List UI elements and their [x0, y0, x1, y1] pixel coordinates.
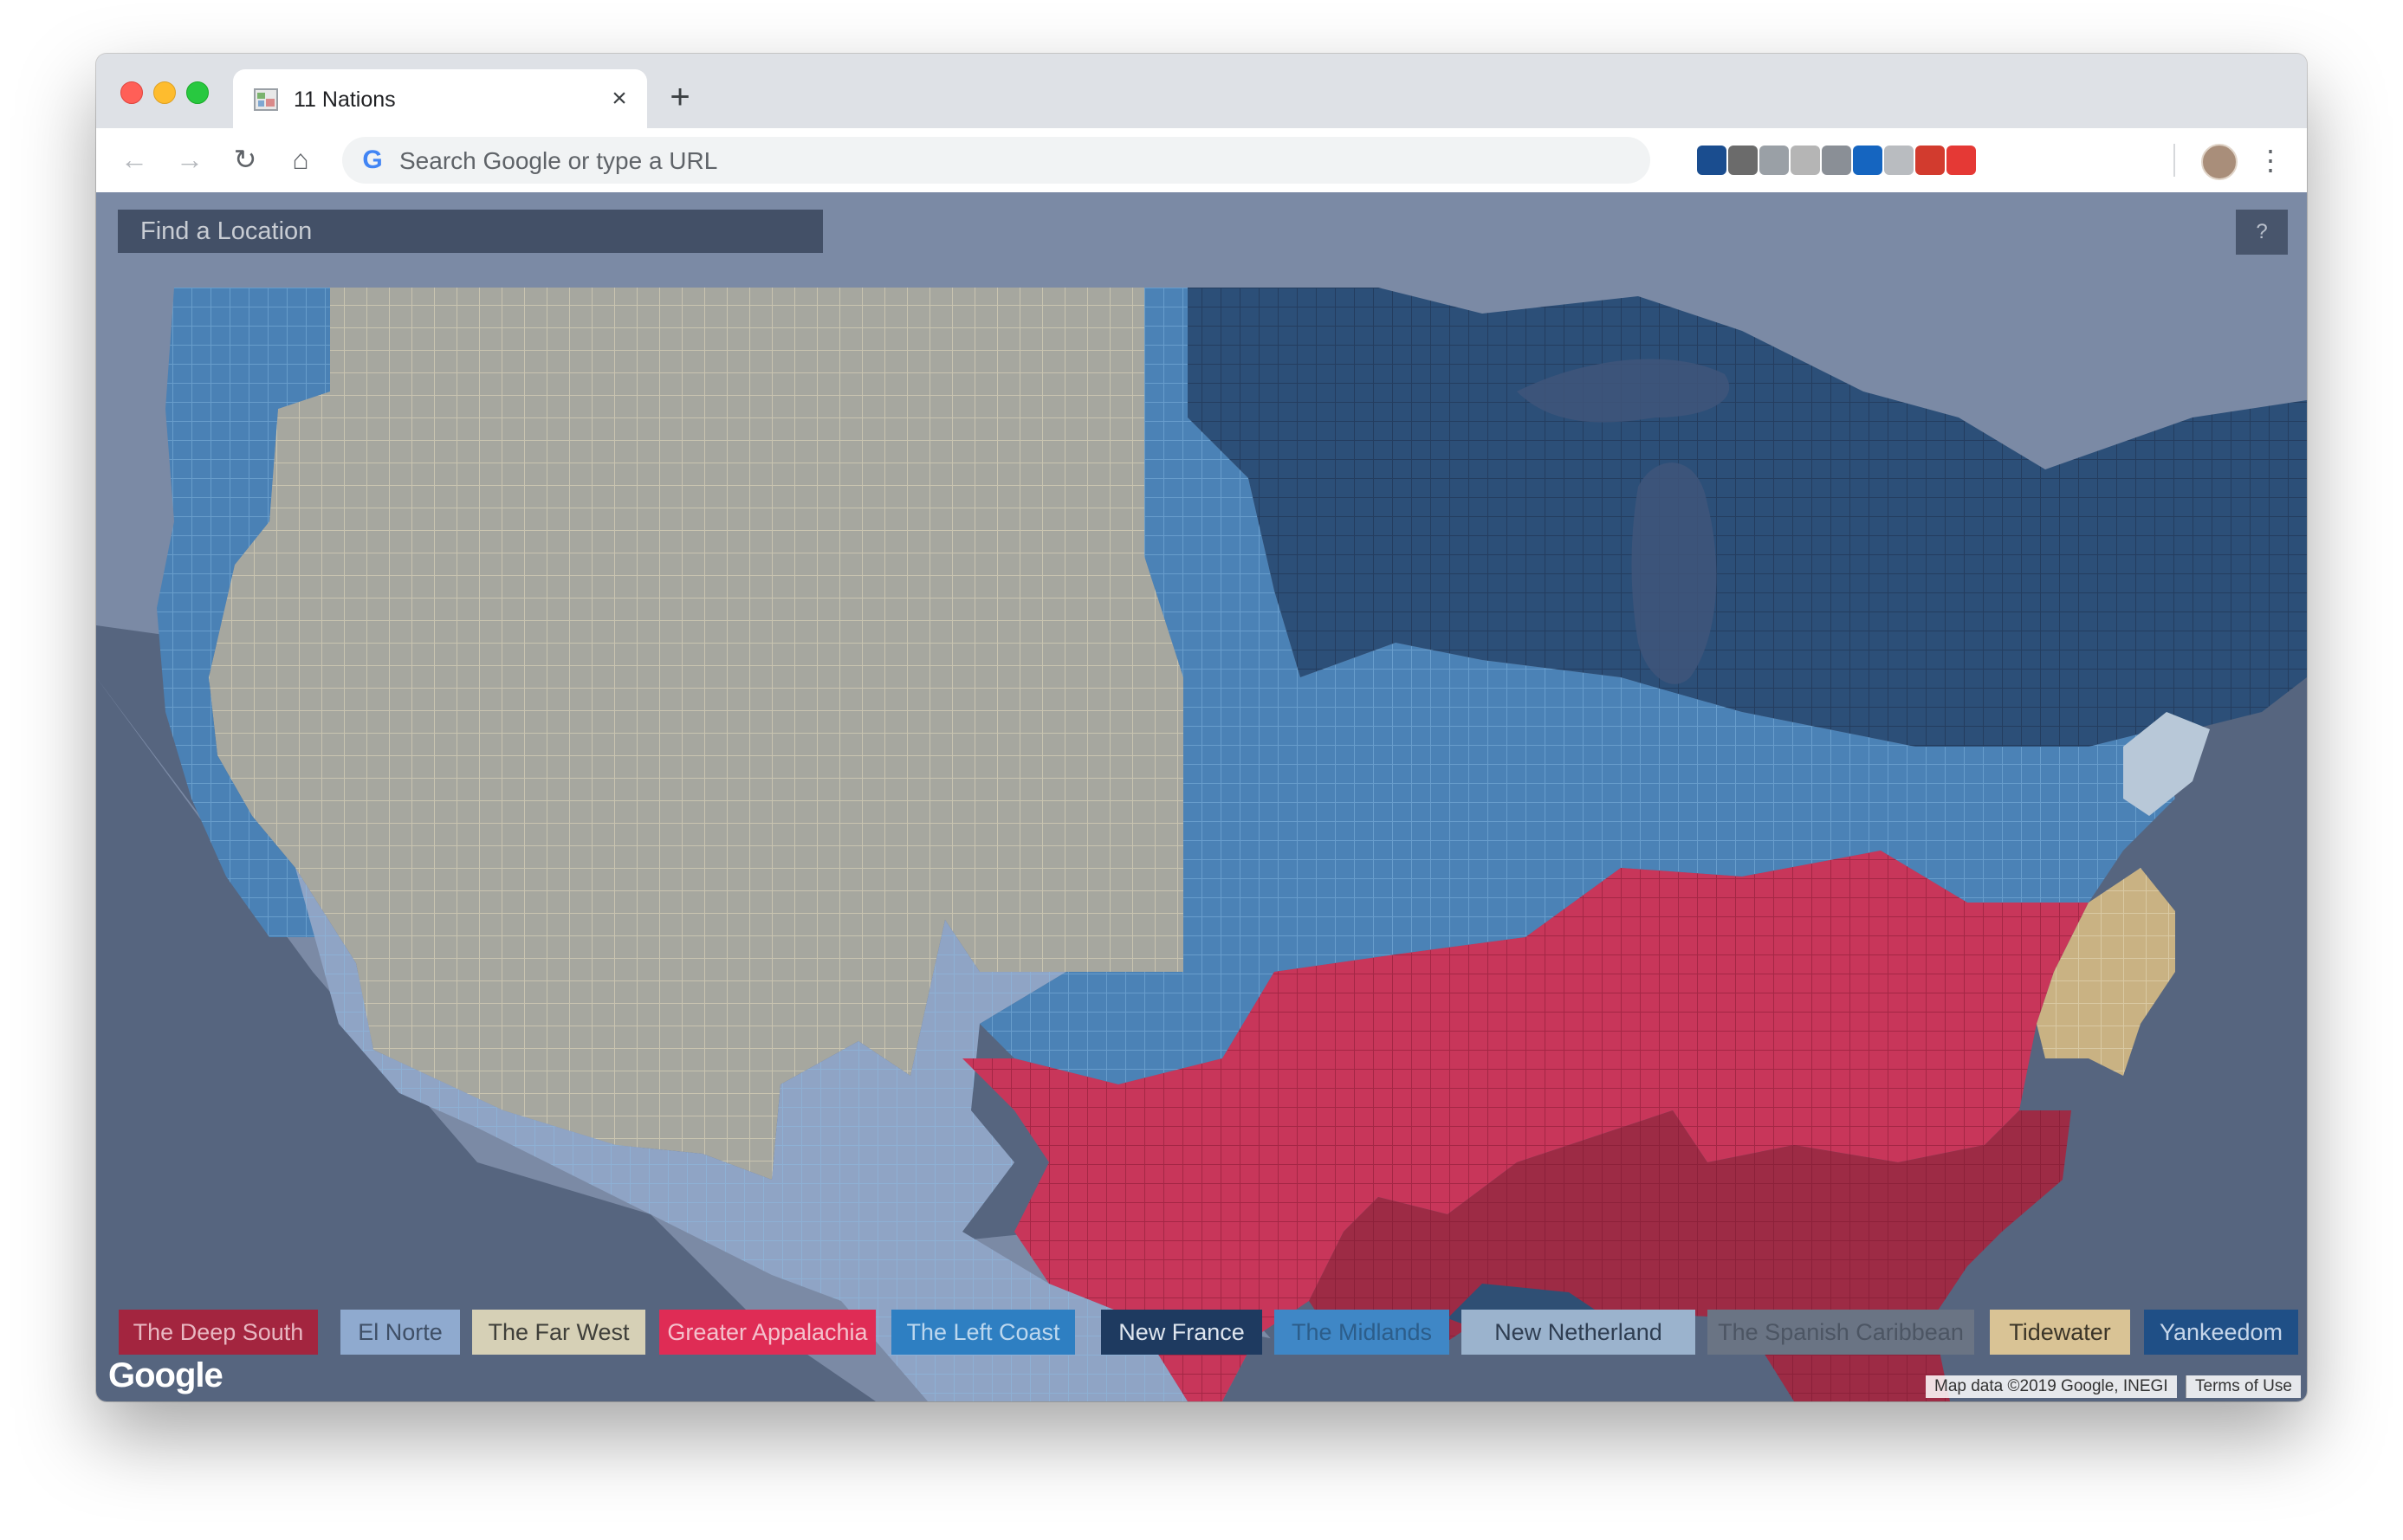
drive-icon[interactable]	[1759, 146, 1789, 175]
legend-button-the-far-west[interactable]: The Far West	[472, 1310, 645, 1355]
nations-map[interactable]	[96, 192, 2307, 1401]
circle-face-icon[interactable]	[1822, 146, 1851, 175]
bookmark-blue-icon[interactable]	[1853, 146, 1882, 175]
maximize-window-button[interactable]	[186, 81, 209, 104]
help-button[interactable]: ?	[2236, 210, 2288, 255]
google-logo: Google	[108, 1356, 223, 1394]
tab-title: 11 Nations	[294, 87, 396, 112]
new-tab-button[interactable]: +	[661, 78, 699, 116]
omnibox-placeholder: Search Google or type a URL	[399, 147, 718, 174]
pinterest-icon[interactable]	[1728, 146, 1758, 175]
back-icon[interactable]: ←	[115, 140, 153, 178]
legend-button-the-spanish-caribbean[interactable]: The Spanish Caribbean	[1707, 1310, 1974, 1355]
menu-dots-icon[interactable]: ⋮	[2257, 142, 2284, 178]
reload-icon[interactable]: ↻	[226, 140, 264, 178]
legend-button-yankeedom[interactable]: Yankeedom	[2144, 1310, 2298, 1355]
profile-avatar[interactable]	[2201, 144, 2238, 180]
close-window-button[interactable]	[120, 81, 143, 104]
browser-window: 11 Nations × + ← → ↻ ⌂ G Search Google o…	[96, 54, 2307, 1401]
map-view[interactable]: Find a Location ? The Deep South El Norte…	[96, 192, 2307, 1401]
legend-button-tidewater[interactable]: Tidewater	[1990, 1310, 2130, 1355]
legend-button-new-netherland[interactable]: New Netherland	[1461, 1310, 1695, 1355]
omnibox[interactable]: G Search Google or type a URL	[342, 137, 1650, 184]
tab-close-icon[interactable]: ×	[604, 83, 635, 114]
bar-chart-icon[interactable]	[1697, 146, 1726, 175]
map-attribution: Map data ©2019 Google, INEGI	[1926, 1375, 2177, 1398]
legend-button-new-france[interactable]: New France	[1101, 1310, 1262, 1355]
legend-button-the-midlands[interactable]: The Midlands	[1274, 1310, 1449, 1355]
toolbar-separator	[2173, 144, 2175, 177]
home-icon[interactable]: ⌂	[282, 140, 320, 178]
lake-michigan-huron	[1631, 463, 1717, 684]
legend-button-el-norte[interactable]: El Norte	[340, 1310, 460, 1355]
google-g-icon: G	[362, 146, 383, 174]
heart-box-icon[interactable]	[1915, 146, 1945, 175]
tab-strip: 11 Nations × +	[96, 54, 2307, 128]
legend-button-the-deep-south[interactable]: The Deep South	[119, 1310, 318, 1355]
map-favicon-icon	[254, 88, 278, 111]
find-location-input[interactable]: Find a Location	[118, 210, 823, 253]
r-letter-icon[interactable]	[1791, 146, 1820, 175]
forward-icon[interactable]: →	[171, 140, 209, 178]
terms-link[interactable]: Terms of Use	[2186, 1375, 2301, 1398]
hand-stop-icon[interactable]	[1946, 146, 1976, 175]
active-tab[interactable]: 11 Nations ×	[233, 69, 647, 128]
legend-button-the-left-coast[interactable]: The Left Coast	[891, 1310, 1075, 1355]
minimize-window-button[interactable]	[153, 81, 176, 104]
printer-icon[interactable]	[1884, 146, 1914, 175]
browser-toolbar: ← → ↻ ⌂ G Search Google or type a URL ⋮	[96, 128, 2307, 193]
legend-button-greater-appalachia[interactable]: Greater Appalachia	[659, 1310, 876, 1355]
